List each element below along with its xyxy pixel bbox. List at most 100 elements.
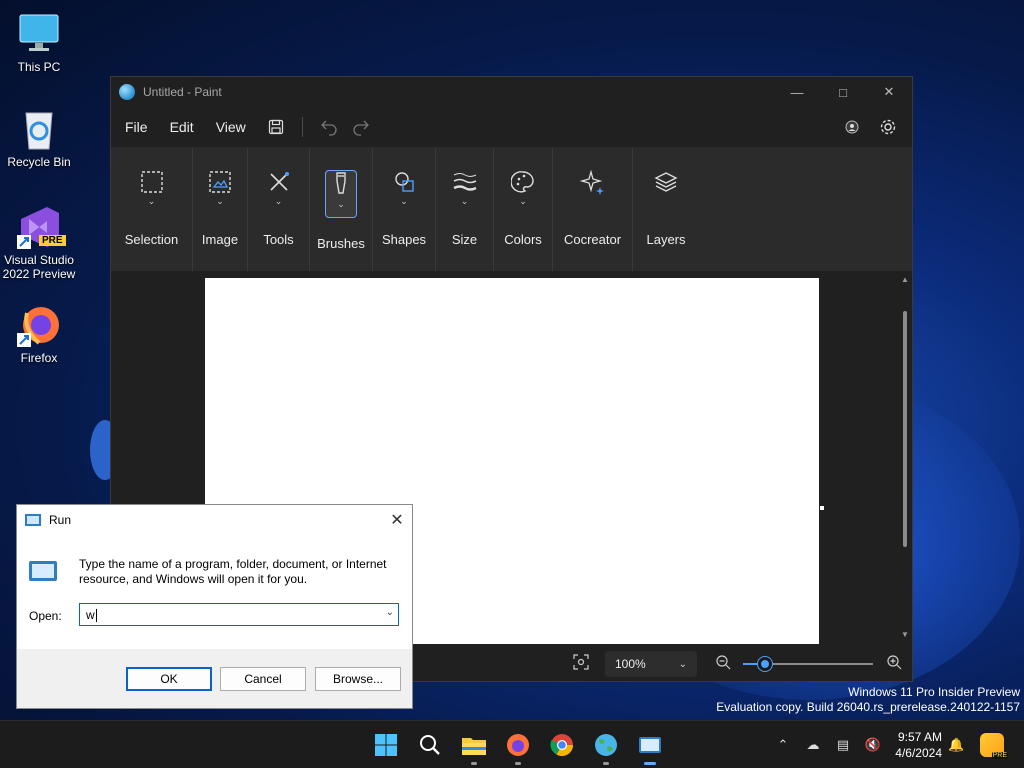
fit-to-window-button[interactable] <box>573 654 589 675</box>
chevron-down-icon: ⌄ <box>147 196 156 206</box>
notification-bell-icon[interactable]: 🔔 <box>948 737 964 753</box>
ribbon-brushes[interactable]: ⌄ Brushes <box>310 148 373 272</box>
copilot-icon[interactable]: PRE <box>980 733 1008 759</box>
window-title: Untitled - Paint <box>143 85 222 99</box>
chevron-down-icon[interactable]: ⌄ <box>386 607 394 618</box>
vertical-scrollbar[interactable]: ▲ ▼ <box>900 275 910 639</box>
run-large-icon <box>29 561 57 581</box>
ribbon-label: Layers <box>646 232 686 247</box>
ribbon-label: Cocreator <box>563 232 622 247</box>
chevron-down-icon: ⌄ <box>519 196 527 206</box>
chrome-taskbar-button[interactable] <box>540 729 584 761</box>
pre-badge: PRE <box>39 235 66 246</box>
zoom-slider[interactable] <box>743 657 873 671</box>
ribbon-layers[interactable]: Layers <box>633 148 699 272</box>
run-dialog: Run ✕ Type the name of a program, folder… <box>16 504 413 709</box>
start-button[interactable] <box>364 729 408 761</box>
save-button[interactable] <box>260 112 292 142</box>
run-icon <box>639 737 661 753</box>
desktop-icon-label: Visual Studio 2022 Preview <box>2 253 76 281</box>
open-combobox[interactable]: w ⌄ <box>79 603 399 626</box>
ribbon-image[interactable]: ⌄ Image <box>193 148 248 272</box>
cancel-button[interactable]: Cancel <box>220 667 306 691</box>
chevron-down-icon: ⌄ <box>216 196 224 206</box>
system-tray: ⌃ ☁ ▤ 🔇 <box>768 729 888 761</box>
ribbon-selection[interactable]: ⌄ Selection <box>111 148 193 272</box>
cloud-offline-icon[interactable]: ☁ <box>798 737 828 753</box>
desktop-icon-recycle-bin[interactable]: Recycle Bin <box>0 107 78 169</box>
close-button[interactable]: ✕ <box>866 77 912 107</box>
layers-icon <box>650 170 682 214</box>
zoom-level-dropdown[interactable]: 100% ⌄ <box>605 651 697 677</box>
desktop-icon-visual-studio[interactable]: PRE Visual Studio 2022 Preview <box>0 205 78 281</box>
undo-button[interactable] <box>313 112 345 142</box>
build-watermark: Windows 11 Pro Insider Preview Evaluatio… <box>716 685 1020 715</box>
zoom-out-button[interactable] <box>715 654 731 675</box>
menu-view[interactable]: View <box>208 119 254 135</box>
menu-file[interactable]: File <box>117 119 156 135</box>
open-label: Open: <box>29 609 62 623</box>
file-explorer-icon <box>462 738 486 755</box>
firefox-taskbar-button[interactable] <box>496 729 540 765</box>
zoom-in-icon <box>887 655 902 670</box>
paint-taskbar-button[interactable] <box>584 729 628 765</box>
copilot-pre-badge: PRE <box>991 752 1008 759</box>
menu-edit[interactable]: Edit <box>162 119 202 135</box>
search-button[interactable] <box>408 729 452 761</box>
clock-date: 4/6/2024 <box>895 746 942 760</box>
canvas-resize-handle[interactable] <box>820 506 824 510</box>
minimize-button[interactable]: — <box>774 77 820 107</box>
zoom-slider-knob[interactable] <box>758 657 773 671</box>
browse-button[interactable]: Browse... <box>315 667 401 691</box>
run-buttons: OK Cancel Browse... <box>17 665 412 691</box>
shapes-icon: ⌄ <box>388 170 420 214</box>
run-taskbar-button[interactable] <box>628 729 672 765</box>
image-icon: ⌄ <box>204 170 236 214</box>
redo-button[interactable] <box>345 112 377 142</box>
scrollbar-thumb[interactable] <box>903 311 907 547</box>
open-input-value[interactable]: w <box>86 608 95 622</box>
file-explorer-button[interactable] <box>452 729 496 765</box>
desktop-icon-this-pc[interactable]: This PC <box>0 12 78 74</box>
settings-button[interactable] <box>870 112 906 142</box>
run-titlebar[interactable]: Run ✕ <box>17 505 412 535</box>
ribbon-label: Colors <box>504 232 542 247</box>
cocreator-icon <box>577 170 609 214</box>
ok-button[interactable]: OK <box>126 667 212 691</box>
tools-icon: ⌄ <box>263 170 295 214</box>
chrome-icon <box>550 734 573 756</box>
ribbon-cocreator[interactable]: Cocreator <box>553 148 633 272</box>
network-icon[interactable]: ▤ <box>828 737 858 753</box>
ribbon-tools[interactable]: ⌄ Tools <box>248 148 310 272</box>
watermark-line-2: Evaluation copy. Build 26040.rs_prerelea… <box>716 700 1020 714</box>
ribbon-colors[interactable]: ⌄ Colors <box>494 148 553 272</box>
chevron-up-icon[interactable]: ⌃ <box>768 737 798 753</box>
paint-app-icon <box>119 84 135 100</box>
desktop-icon-label: Firefox <box>20 351 58 365</box>
account-button[interactable] <box>834 112 870 142</box>
account-icon <box>845 120 859 134</box>
run-body: Type the name of a program, folder, docu… <box>17 535 412 649</box>
menu-separator <box>301 117 303 137</box>
redo-icon <box>353 120 369 136</box>
zoom-out-icon <box>716 655 731 670</box>
ribbon-size[interactable]: ⌄ Size <box>436 148 494 272</box>
scroll-up-icon[interactable]: ▲ <box>900 275 910 284</box>
ribbon-shapes[interactable]: ⌄ Shapes <box>373 148 436 272</box>
recycle-bin-icon <box>17 107 61 151</box>
run-icon <box>25 514 41 526</box>
chevron-down-icon: ⌄ <box>400 196 408 206</box>
visual-studio-icon: PRE <box>17 205 66 249</box>
undo-icon <box>320 120 337 136</box>
desktop-icon-firefox[interactable]: Firefox <box>0 303 78 365</box>
ribbon-label: Brushes <box>317 236 365 251</box>
fit-screen-icon <box>573 654 589 670</box>
maximize-button[interactable]: □ <box>820 77 866 107</box>
scroll-down-icon[interactable]: ▼ <box>900 630 910 639</box>
taskbar-clock[interactable]: 9:57 AM 4/6/2024 <box>880 729 942 761</box>
close-icon[interactable]: ✕ <box>382 510 412 530</box>
chevron-down-icon: ⌄ <box>460 196 469 206</box>
taskbar: ⌃ ☁ ▤ 🔇 9:57 AM 4/6/2024 🔔 PRE <box>0 720 1024 768</box>
paint-titlebar[interactable]: Untitled - Paint — □ ✕ <box>111 77 912 107</box>
zoom-in-button[interactable] <box>886 654 902 675</box>
